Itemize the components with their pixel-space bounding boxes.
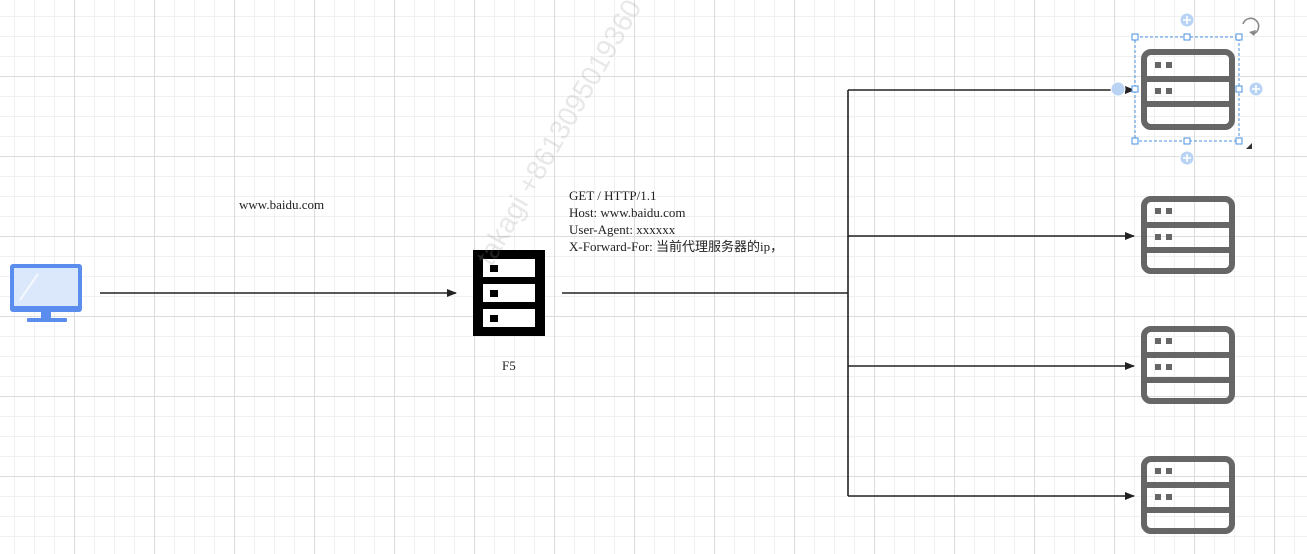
connect-plus-left-icon[interactable] [1110, 81, 1126, 97]
diagram-svg [10, 12, 1264, 534]
edges-proxy-to-backends [562, 86, 1135, 500]
selection-box[interactable] [1110, 12, 1264, 166]
backend-server-4-icon[interactable] [1141, 456, 1235, 534]
client-monitor-icon[interactable] [10, 264, 82, 322]
x-forward-for-header-line: X-Forward-For: 当前代理服务器的ip， [569, 239, 784, 254]
resize-handle-w[interactable] [1131, 85, 1139, 93]
request-line: GET / HTTP/1.1 [569, 188, 657, 203]
proxy-server-icon[interactable] [473, 250, 545, 336]
edge-label-domain[interactable]: www.baidu.com [239, 196, 324, 213]
backend-server-1-icon[interactable] [1141, 49, 1235, 130]
diagram-canvas[interactable]: www.baidu.com F5 GET / HTTP/1.1 Host: ww… [0, 0, 1307, 554]
resize-handle-se[interactable] [1235, 137, 1243, 145]
backend-server-2-icon[interactable] [1141, 196, 1235, 274]
resize-handle-s[interactable] [1183, 137, 1191, 145]
resize-handle-ne[interactable] [1235, 33, 1243, 41]
resize-handle-e[interactable] [1235, 85, 1243, 93]
resize-handle-sw[interactable] [1131, 137, 1139, 145]
user-agent-header-line: User-Agent: xxxxxx [569, 222, 676, 237]
proxy-label[interactable]: F5 [502, 357, 516, 374]
resize-handle-nw[interactable] [1131, 33, 1139, 41]
backend-server-3-icon[interactable] [1141, 326, 1235, 404]
resize-corner-icon[interactable] [1246, 143, 1252, 149]
request-header-block[interactable]: GET / HTTP/1.1 Host: www.baidu.com User-… [569, 187, 783, 255]
resize-handle-n[interactable] [1183, 33, 1191, 41]
host-header-line: Host: www.baidu.com [569, 205, 686, 220]
